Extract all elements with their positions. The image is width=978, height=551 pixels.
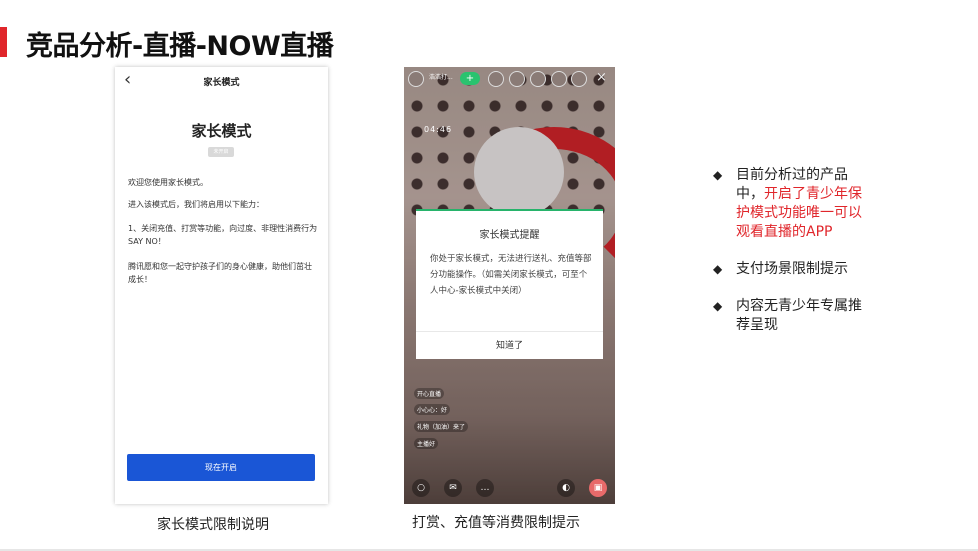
diamond-bullet-icon: ◆ [713,168,723,182]
topbar-title: 家长模式 [203,78,240,88]
analysis-points: ◆ 目前分析过的产品中，开启了青少年保护模式功能唯一可以观看直播的APP ◆ 支… [713,166,863,353]
streamer-name: 浩浩打... [429,74,453,81]
parental-mode-screenshot: ‹ 家长模式 家长模式 未开启 欢迎您使用家长模式。 进入该模式后，我们将启用以… [115,67,328,504]
close-icon[interactable]: × [596,70,607,85]
parental-mode-dialog: 家长模式提醒 你处于家长模式，无法进行送礼、充值等部分功能操作。（如需关闭家长模… [416,209,603,359]
viewer-avatar[interactable] [551,71,567,87]
gift-icon[interactable]: ▣ [589,479,607,497]
stream-timer: 04:46 [424,125,453,134]
chat-message: 小心心：好 [414,404,451,415]
phone1-caption: 家长模式限制说明 [157,517,269,533]
chat-message: 主播好 [414,438,439,449]
follow-button[interactable]: + [460,72,480,85]
share-icon[interactable]: ◐ [557,479,575,497]
phone2-caption: 打赏、充值等消费限制提示 [412,515,580,531]
dialog-title: 家长模式提醒 [479,230,540,241]
status-badge: 未开启 [208,147,234,157]
intro-text: 欢迎您使用家长模式。 [128,178,208,187]
bullet-point: ◆ 内容无青少年专属推荐呈现 [713,297,863,335]
live-stream-screenshot: 浩浩打... + × 04:46 家长模式提醒 你处于家长模式，无法进行送礼、充… [404,67,615,504]
streamer-avatar[interactable] [408,71,424,87]
viewer-avatar[interactable] [488,71,504,87]
chat-message: 礼物（加油）来了 [414,421,469,432]
comment-icon[interactable]: ○ [412,479,430,497]
dialog-message: 你处于家长模式，无法进行送礼、充值等部分功能操作。（如需关闭家长模式，可至个人中… [430,254,592,296]
viewer-avatar[interactable] [571,71,587,87]
diamond-bullet-icon: ◆ [713,262,723,276]
closing-text: 腾讯愿和您一起守护孩子们的身心健康，助他们茁壮成长！ [128,262,312,284]
diamond-bullet-icon: ◆ [713,299,723,313]
page-heading: 家长模式 [191,122,252,140]
bullet-text: 支付场景限制提示 [736,261,848,277]
ability-intro-text: 进入该模式后，我们将启用以下能力： [128,200,264,209]
bullet-text: 内容无青少年专属推荐呈现 [736,298,862,333]
dialog-ok-button[interactable]: 知道了 [416,331,603,359]
slide-title: 竞品分析-直播-NOW直播 [26,31,334,62]
message-icon[interactable]: ✉ [444,479,462,497]
bullet-point: ◆ 支付场景限制提示 [713,260,863,279]
ability-item-text: 1、关闭充值、打赏等功能，向过度、非理性消费行为SAY NO！ [128,224,318,246]
viewer-avatar[interactable] [530,71,546,87]
viewer-avatar[interactable] [509,71,525,87]
more-icon[interactable]: … [476,479,494,497]
bullet-point: ◆ 目前分析过的产品中，开启了青少年保护模式功能唯一可以观看直播的APP [713,166,863,242]
enable-now-button[interactable]: 现在开启 [127,454,315,481]
slide: 竞品分析-直播-NOW直播 ‹ 家长模式 家长模式 未开启 欢迎您使用家长模式。… [0,0,978,551]
title-accent-bar [0,27,7,57]
chat-message: 开心直播 [414,388,445,399]
